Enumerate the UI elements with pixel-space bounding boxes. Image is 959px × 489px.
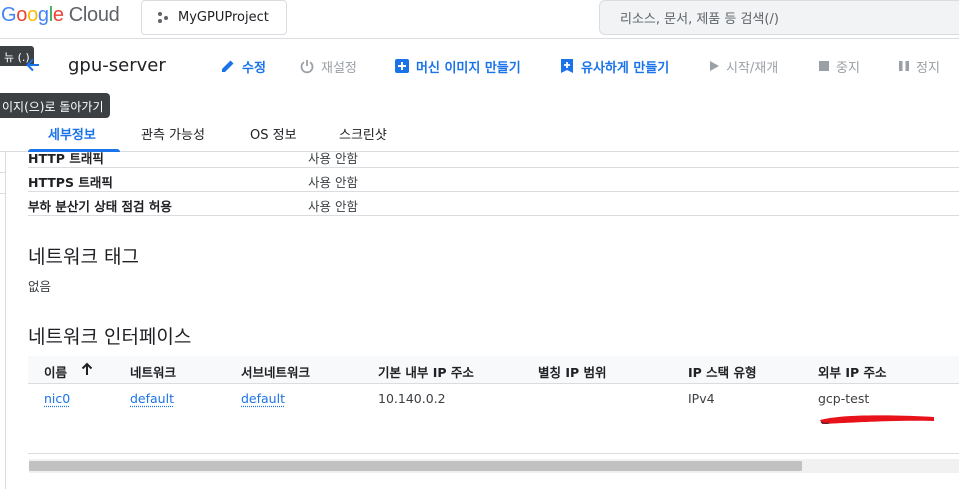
stop-icon — [818, 58, 830, 74]
column-header-subnetwork[interactable]: 서브네트워크 — [241, 362, 310, 381]
property-key: HTTPS 트래픽 — [28, 175, 113, 190]
play-icon — [708, 58, 720, 74]
edit-button[interactable]: 수정 — [220, 55, 266, 77]
internal-ip-value: 10.140.0.2 — [378, 391, 446, 406]
reset-button[interactable]: 재설정 — [299, 55, 357, 77]
column-header-network[interactable]: 네트워크 — [130, 362, 176, 381]
column-header-internal-ip[interactable]: 기본 내부 IP 주소 — [378, 362, 474, 381]
subnetwork-link[interactable]: default — [241, 391, 285, 406]
create-similar-button[interactable]: 유사하게 만들기 — [559, 55, 669, 77]
column-header-ip-stack[interactable]: IP 스택 유형 — [688, 362, 757, 381]
network-link[interactable]: default — [130, 391, 174, 406]
property-row: HTTPS 트래픽 사용 안함 — [28, 168, 959, 192]
project-name: MyGPUProject — [178, 10, 269, 25]
project-dots-icon — [156, 11, 170, 25]
column-header-name[interactable]: 이름 — [44, 362, 93, 381]
column-header-external-ip[interactable]: 외부 IP 주소 — [818, 362, 887, 381]
property-row: 부하 분산기 상태 점검 허용 사용 안함 — [28, 192, 959, 216]
start-resume-button[interactable]: 시작/재개 — [708, 55, 778, 77]
table-header: 이름 네트워크 서브네트워크 기본 내부 IP 주소 별칭 IP 범위 IP 스… — [28, 356, 959, 384]
tab-os-info[interactable]: OS 정보 — [250, 124, 297, 143]
tab-details[interactable]: 세부정보 — [48, 124, 96, 143]
property-value: 사용 안함 — [308, 199, 358, 214]
property-value: 사용 안함 — [308, 175, 358, 190]
column-name-label: 이름 — [44, 365, 68, 380]
create-machine-image-label: 머신 이미지 만들기 — [416, 60, 521, 76]
power-icon — [299, 58, 315, 74]
external-ip-name: gcp-test — [818, 391, 870, 406]
property-value: 사용 안함 — [308, 151, 358, 166]
suspend-button[interactable]: 정지 — [898, 55, 940, 77]
pause-icon — [898, 58, 910, 74]
left-rail-segment — [0, 172, 6, 194]
redaction-scribble — [818, 412, 936, 426]
property-row: HTTP 트래픽 사용 안함 — [28, 144, 959, 168]
nic-name-link[interactable]: nic0 — [44, 391, 70, 406]
network-interfaces-heading: 네트워크 인터페이스 — [28, 326, 192, 348]
suspend-label: 정지 — [916, 60, 940, 76]
ip-stack-value: IPv4 — [688, 391, 715, 406]
table-row: nic0 default default 10.140.0.2 IPv4 gcp… — [28, 384, 959, 454]
stop-button[interactable]: 중지 — [818, 55, 860, 77]
project-selector[interactable]: MyGPUProject — [141, 0, 287, 35]
tab-screenshot[interactable]: 스크린샷 — [339, 124, 387, 143]
sort-ascending-icon[interactable] — [80, 361, 94, 380]
stop-label: 중지 — [836, 60, 860, 76]
column-header-alias-ip[interactable]: 별칭 IP 범위 — [538, 362, 607, 381]
top-divider — [0, 38, 959, 39]
create-similar-label: 유사하게 만들기 — [581, 60, 670, 76]
create-machine-image-button[interactable]: 머신 이미지 만들기 — [394, 55, 521, 77]
action-toolbar: 수정 재설정 머신 이미지 만들기 유사하게 만들기 시작/재개 중지 정지 — [0, 55, 959, 77]
start-resume-label: 시작/재개 — [726, 60, 779, 76]
bookmark-add-icon — [559, 58, 575, 74]
search-input[interactable]: 리소스, 문서, 제품 등 검색(/) — [599, 0, 959, 35]
network-tags-value: 없음 — [28, 279, 52, 294]
top-bar: Google Cloud MyGPUProject 리소스, 문서, 제품 등 검… — [0, 0, 959, 38]
tab-observability[interactable]: 관측 가능성 — [141, 124, 205, 143]
edit-label: 수정 — [242, 60, 266, 76]
horizontal-scrollbar-thumb[interactable] — [29, 461, 802, 471]
back-tooltip: 이지(으)로 돌아가기 — [0, 93, 110, 118]
property-key: HTTP 트래픽 — [28, 151, 104, 166]
add-box-icon — [394, 58, 410, 74]
left-rail — [0, 152, 6, 489]
search-placeholder: 리소스, 문서, 제품 등 검색(/) — [620, 12, 779, 27]
google-cloud-logo[interactable]: Google Cloud — [1, 4, 120, 27]
reset-label: 재설정 — [321, 60, 357, 76]
property-key: 부하 분산기 상태 점검 허용 — [28, 199, 172, 214]
pencil-icon — [220, 58, 236, 74]
network-tags-heading: 네트워크 태그 — [28, 246, 139, 268]
